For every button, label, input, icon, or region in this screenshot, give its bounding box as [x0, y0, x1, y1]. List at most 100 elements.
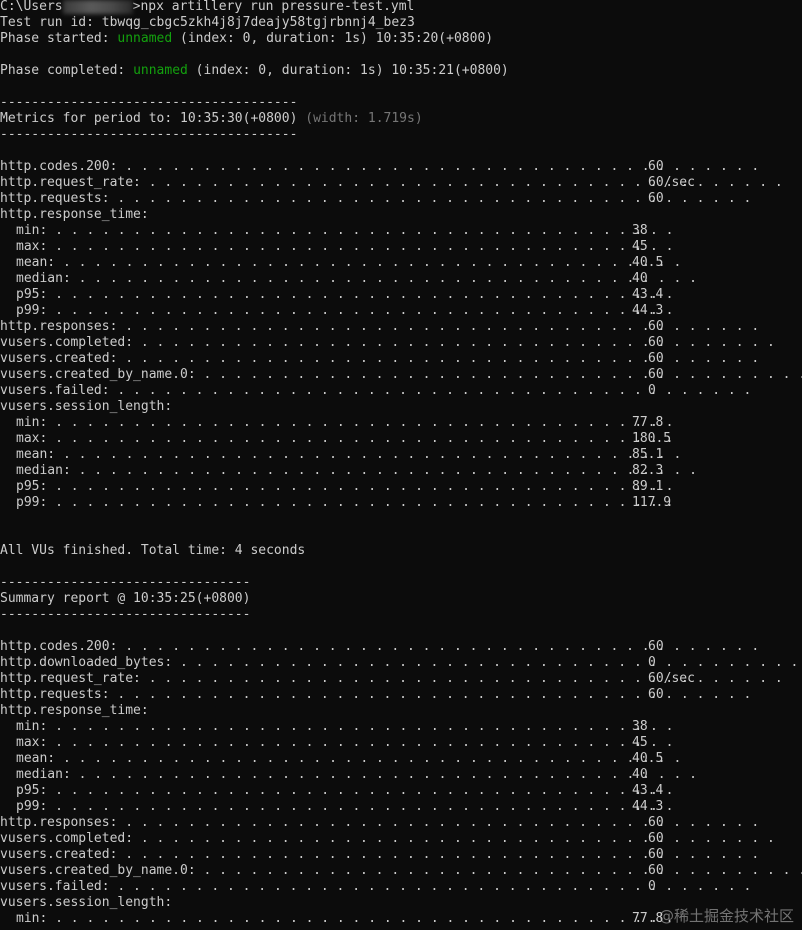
metric-value: 60 — [648, 159, 664, 174]
metric-key: http.request_rate: — [0, 671, 149, 686]
summary-metric-row: vusers.failed: . . . . . . . . . . . . .… — [0, 879, 802, 895]
metric-value: 60 — [648, 831, 664, 846]
metric-value: 180.5 — [632, 431, 672, 446]
period-metric-row: http.response_time: — [0, 207, 802, 223]
metric-value: 60 — [648, 847, 664, 862]
metric-value: 60/sec — [648, 175, 695, 190]
metric-key: http.requests: — [0, 191, 118, 206]
metric-dot-leader: . . . . . . . . . . . . . . . . . . . . … — [55, 735, 674, 750]
metric-value: 60 — [648, 863, 664, 878]
summary-rule-top: -------------------------------- — [0, 575, 251, 590]
summary-header-line: Summary report @ 10:35:25(+0800) — [0, 591, 251, 606]
terminal-window[interactable]: C:\Users >npx artillery run pressure-test… — [0, 0, 802, 930]
finished-line: All VUs finished. Total time: 4 seconds — [0, 543, 306, 558]
metric-dot-leader: . . . . . . . . . . . . . . . . . . . . … — [125, 319, 760, 334]
test-run-id-line: Test run id: tbwqg_cbgc5zkh4j8j7deajy58t… — [0, 15, 802, 31]
period-metric-row: min: . . . . . . . . . . . . . . . . . .… — [0, 415, 802, 431]
period-metric-row: vusers.session_length: — [0, 399, 802, 415]
metric-key: mean: — [16, 751, 63, 766]
phase-started-prefix: Phase started: — [0, 31, 118, 46]
metric-dot-leader: . . . . . . . . . . . . . . . . . . . . … — [55, 479, 674, 494]
metric-value: 60 — [648, 367, 664, 382]
metric-dot-leader: . . . . . . . . . . . . . . . . . . . . … — [125, 815, 760, 830]
metric-dot-leader: . . . . . . . . . . . . . . . . . . . . … — [55, 783, 674, 798]
metric-dot-leader: . . . . . . . . . . . . . . . . . . . . … — [117, 383, 752, 398]
metric-value: 45 — [632, 239, 648, 254]
metric-value: 60 — [648, 191, 664, 206]
metric-key: max: — [16, 431, 56, 446]
metric-dot-leader: . . . . . . . . . . . . . . . . . . . . … — [55, 495, 674, 510]
period-width: (width: 1.719s) — [305, 111, 423, 126]
metric-dot-leader: . . . . . . . . . . . . . . . . . . . . … — [78, 463, 697, 478]
period-metric-row: vusers.created: . . . . . . . . . . . . … — [0, 351, 802, 367]
summary-metric-row: http.downloaded_bytes: . . . . . . . . .… — [0, 655, 802, 671]
metric-dot-leader: . . . . . . . . . . . . . . . . . . . . … — [140, 335, 775, 350]
metric-dot-leader: . . . . . . . . . . . . . . . . . . . . … — [55, 911, 674, 926]
period-metric-row: p95: . . . . . . . . . . . . . . . . . .… — [0, 479, 802, 495]
period-label: Metrics for period to: 10:35:30(+0800) — [0, 111, 306, 126]
metric-value: 38 — [632, 223, 648, 238]
period-metric-row: p99: . . . . . . . . . . . . . . . . . .… — [0, 303, 802, 319]
metric-key: vusers.session_length: — [0, 895, 173, 910]
redacted-username — [62, 0, 133, 14]
summary-metric-row: p95: . . . . . . . . . . . . . . . . . .… — [0, 783, 802, 799]
metric-value: 117.9 — [632, 495, 672, 510]
summary-metric-row: median: . . . . . . . . . . . . . . . . … — [0, 767, 802, 783]
metric-key: mean: — [16, 447, 63, 462]
metric-value: 43.4 — [632, 783, 664, 798]
summary-metric-row: vusers.created: . . . . . . . . . . . . … — [0, 847, 802, 863]
period-metric-row: vusers.created_by_name.0: . . . . . . . … — [0, 367, 802, 383]
metric-dot-leader: . . . . . . . . . . . . . . . . . . . . … — [180, 655, 799, 670]
metric-key: max: — [16, 735, 56, 750]
metric-key: p99: — [16, 495, 56, 510]
metric-value: 60 — [648, 639, 664, 654]
period-rule-bottom: -------------------------------------- — [0, 127, 298, 142]
metric-dot-leader: . . . . . . . . . . . . . . . . . . . . … — [203, 367, 802, 382]
metric-value: 44.3 — [632, 799, 664, 814]
period-metric-row: vusers.completed: . . . . . . . . . . . … — [0, 335, 802, 351]
metric-key: http.codes.200: — [0, 639, 126, 654]
metric-key: max: — [16, 239, 56, 254]
metric-value: 44.3 — [632, 303, 664, 318]
metric-value: 0 — [648, 383, 656, 398]
metric-dot-leader: . . . . . . . . . . . . . . . . . . . . … — [78, 767, 697, 782]
summary-metric-row: max: . . . . . . . . . . . . . . . . . .… — [0, 735, 802, 751]
metric-value: 89.1 — [632, 479, 664, 494]
period-metric-row: vusers.failed: . . . . . . . . . . . . .… — [0, 383, 802, 399]
period-metric-row: max: . . . . . . . . . . . . . . . . . .… — [0, 431, 802, 447]
metric-key: http.responses: — [0, 815, 126, 830]
metric-dot-leader: . . . . . . . . . . . . . . . . . . . . … — [62, 255, 682, 270]
phase-started-line: Phase started: unnamed (index: 0, durati… — [0, 31, 802, 47]
metric-key: min: — [16, 223, 56, 238]
phase-completed-prefix: Phase completed: — [0, 63, 134, 78]
summary-metric-row: min: . . . . . . . . . . . . . . . . . .… — [0, 719, 802, 735]
command-text: npx artillery run pressure-test.yml — [140, 0, 415, 14]
metric-key: min: — [16, 911, 56, 926]
metric-key: http.codes.200: — [0, 159, 126, 174]
metric-key: vusers.session_length: — [0, 399, 173, 414]
metric-key: mean: — [16, 255, 63, 270]
metric-value: 40 — [632, 271, 648, 286]
metric-value: 45 — [632, 735, 648, 750]
phase-started-detail: (index: 0, duration: 1s) 10:35:20(+0800) — [172, 31, 494, 46]
summary-metric-row: p99: . . . . . . . . . . . . . . . . . .… — [0, 799, 802, 815]
metric-dot-leader: . . . . . . . . . . . . . . . . . . . . … — [55, 719, 674, 734]
metric-dot-leader: . . . . . . . . . . . . . . . . . . . . … — [55, 431, 674, 446]
period-metric-row: min: . . . . . . . . . . . . . . . . . .… — [0, 223, 802, 239]
period-metric-row: median: . . . . . . . . . . . . . . . . … — [0, 463, 802, 479]
period-metric-row: http.requests: . . . . . . . . . . . . .… — [0, 191, 802, 207]
metric-dot-leader: . . . . . . . . . . . . . . . . . . . . … — [55, 415, 674, 430]
metric-dot-leader: . . . . . . . . . . . . . . . . . . . . … — [117, 879, 752, 894]
period-metric-row: http.responses: . . . . . . . . . . . . … — [0, 319, 802, 335]
period-metric-row: mean: . . . . . . . . . . . . . . . . . … — [0, 447, 802, 463]
metric-value: 40 — [632, 767, 648, 782]
metric-dot-leader: . . . . . . . . . . . . . . . . . . . . … — [55, 223, 674, 238]
metric-value: 38 — [632, 719, 648, 734]
metric-dot-leader: . . . . . . . . . . . . . . . . . . . . … — [78, 271, 697, 286]
summary-metric-row: vusers.created_by_name.0: . . . . . . . … — [0, 863, 802, 879]
period-metric-row: mean: . . . . . . . . . . . . . . . . . … — [0, 255, 802, 271]
